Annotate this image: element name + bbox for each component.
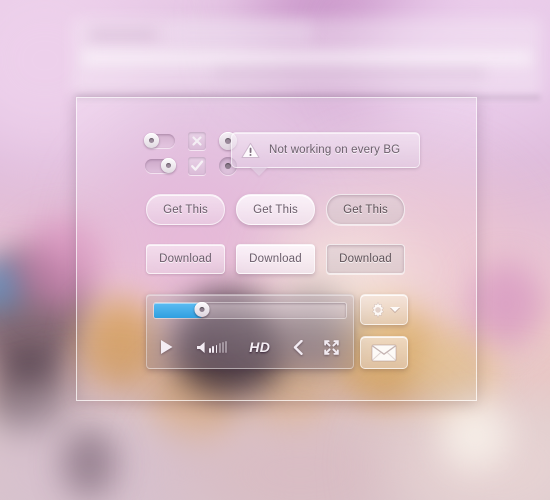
volume-bar (222, 342, 224, 353)
tooltip-text: Not working on every BG (269, 144, 401, 156)
get-this-button-light[interactable]: Get This (146, 194, 225, 225)
control-row-bottom (145, 157, 237, 175)
mail-button[interactable] (360, 336, 408, 369)
gear-icon (371, 301, 384, 318)
play-icon (161, 340, 173, 354)
volume-control[interactable] (196, 341, 228, 354)
warning-triangle-icon (241, 142, 260, 158)
settings-button[interactable] (360, 294, 408, 325)
check-mark-icon (191, 160, 204, 171)
volume-bar (215, 344, 218, 353)
player-controls: HD (147, 330, 353, 364)
seek-bar-thumb[interactable] (194, 302, 210, 317)
volume-bar (225, 341, 228, 353)
fullscreen-button[interactable] (324, 339, 339, 355)
tooltip-arrow (250, 167, 268, 176)
volume-bar (212, 346, 215, 353)
toggle-switch-off[interactable] (144, 133, 175, 148)
seek-bar[interactable] (153, 302, 347, 319)
toggle-knob (161, 158, 176, 173)
download-button-bright[interactable]: Download (236, 244, 315, 274)
checkbox-x[interactable] (188, 132, 206, 150)
fullscreen-icon (324, 339, 339, 355)
download-button-pressed[interactable]: Download (326, 244, 405, 274)
chevron-down-icon (389, 307, 400, 312)
warning-tooltip: Not working on every BG (231, 132, 420, 176)
volume-bar (209, 348, 211, 353)
hd-button[interactable]: HD (249, 339, 270, 355)
toggle-knob (144, 133, 159, 148)
get-this-button-bright[interactable]: Get This (236, 194, 315, 225)
get-this-button-pressed[interactable]: Get This (326, 194, 405, 225)
x-mark-icon (192, 136, 202, 146)
share-icon (293, 339, 303, 355)
control-row-top (144, 132, 237, 150)
volume-icon (197, 341, 205, 353)
panel-content: Not working on every BG Get This Get Thi… (0, 0, 550, 500)
checkbox-checked[interactable] (188, 157, 206, 175)
play-button[interactable] (159, 339, 174, 355)
download-button-light[interactable]: Download (146, 244, 225, 274)
toggle-switch-on[interactable] (145, 158, 176, 173)
envelope-icon (371, 344, 397, 361)
volume-level-bars[interactable] (209, 341, 228, 353)
share-button[interactable] (292, 339, 304, 355)
media-player: HD (146, 294, 354, 369)
screenshot-stage: Not working on every BG Get This Get Thi… (0, 0, 550, 500)
volume-bar (218, 343, 221, 353)
